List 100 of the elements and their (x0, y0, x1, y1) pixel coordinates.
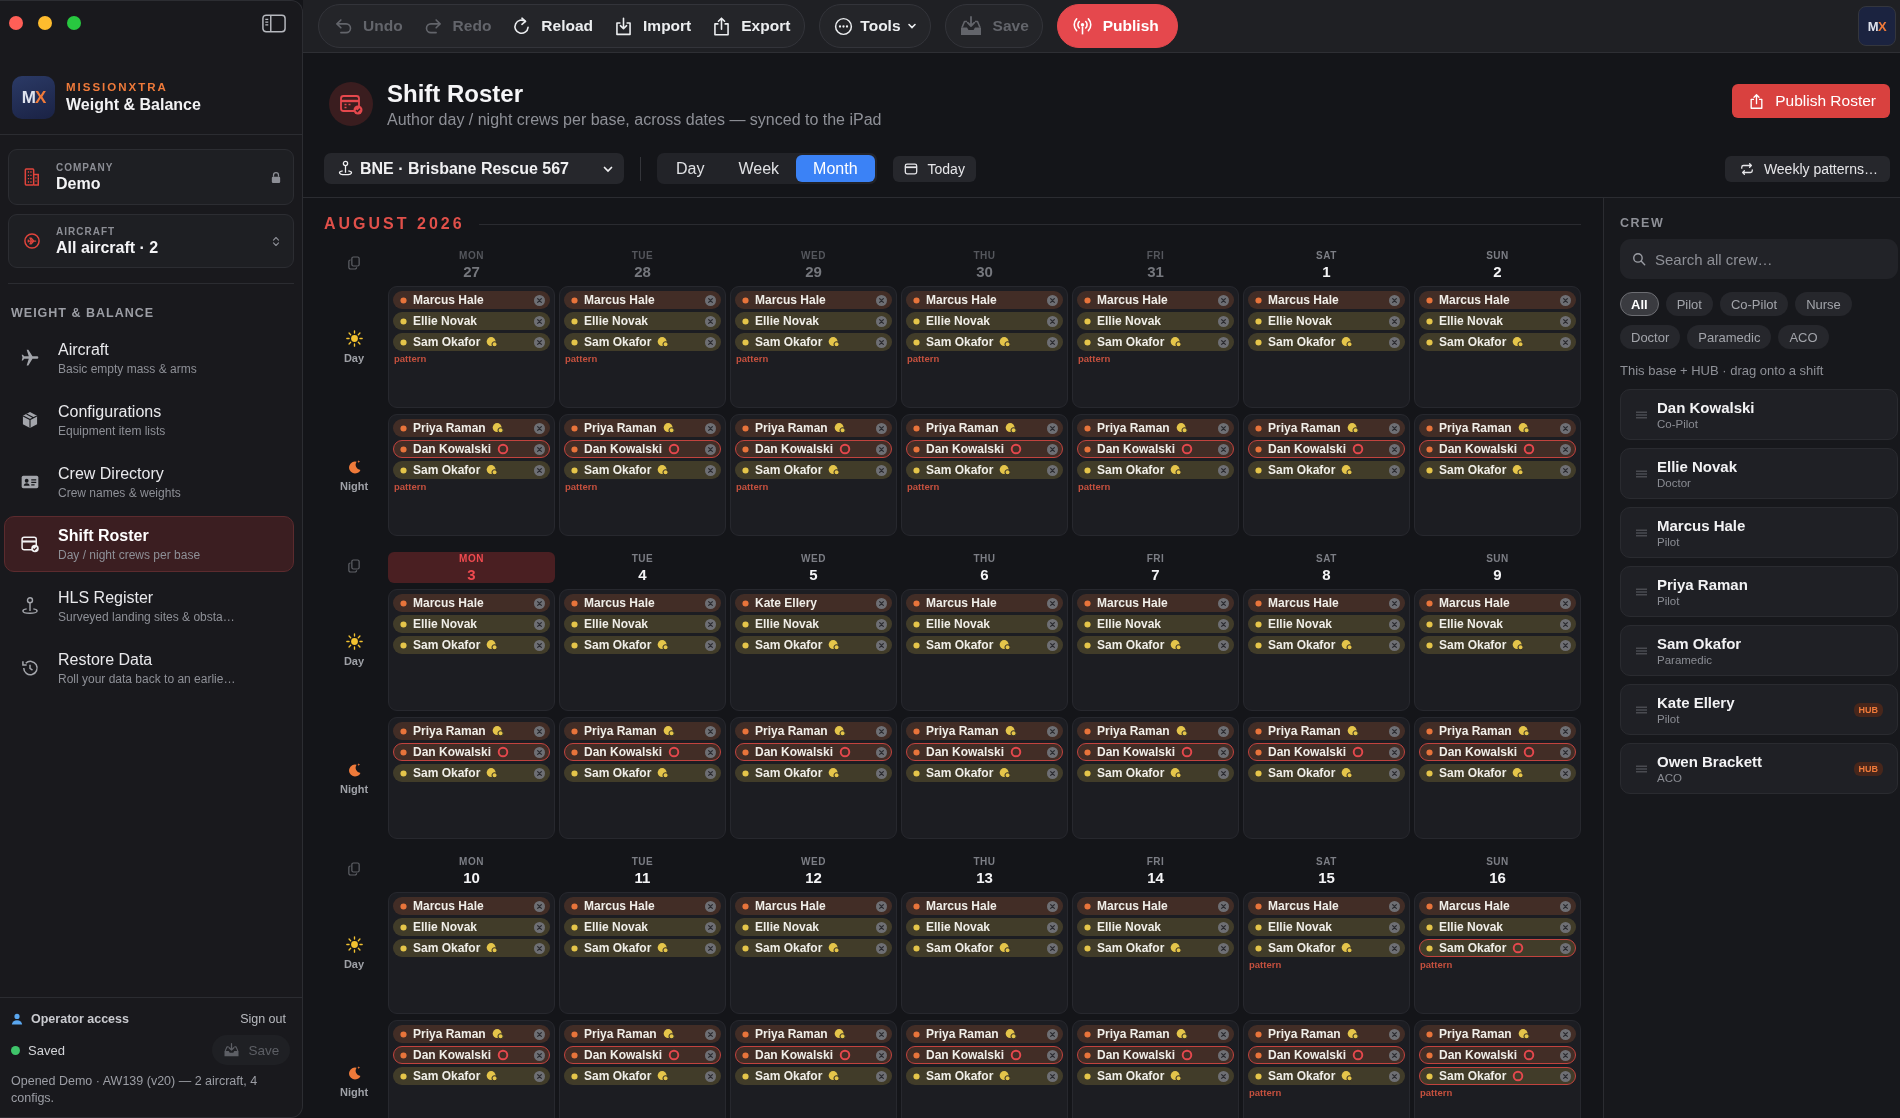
close-icon[interactable] (1218, 639, 1229, 651)
close-icon[interactable] (1560, 767, 1571, 779)
close-icon[interactable] (1560, 1028, 1571, 1040)
crew-chip[interactable]: Sam Okafor (1077, 1067, 1234, 1085)
crew-chip[interactable]: Dan Kowalski (735, 440, 892, 458)
copy-icon[interactable] (348, 862, 360, 876)
close-icon[interactable] (534, 921, 545, 933)
close-icon[interactable] (1560, 1049, 1571, 1061)
crew-chip[interactable]: Ellie Novak (1419, 615, 1576, 633)
close-icon[interactable] (1389, 443, 1400, 455)
crew-chip[interactable]: Priya Raman (735, 1025, 892, 1043)
base-dropdown[interactable]: BNE · Brisbane Rescue 567 (324, 153, 624, 184)
today-button[interactable]: Today (892, 155, 976, 182)
crew-chip[interactable]: Priya Raman (564, 722, 721, 740)
close-icon[interactable] (1560, 639, 1571, 651)
zoom-window-button[interactable] (67, 16, 81, 30)
crew-chip[interactable]: Priya Raman (1419, 419, 1576, 437)
close-icon[interactable] (1047, 1049, 1058, 1061)
crew-chip[interactable]: Marcus Hale (906, 291, 1063, 309)
close-icon[interactable] (1560, 294, 1571, 306)
nav-item[interactable]: Aircraft Basic empty mass & arms (4, 330, 294, 386)
crew-chip[interactable]: Priya Raman (906, 722, 1063, 740)
crew-chip[interactable]: Ellie Novak (1419, 312, 1576, 330)
close-icon[interactable] (876, 767, 887, 779)
close-icon[interactable] (876, 1070, 887, 1082)
close-icon[interactable] (534, 639, 545, 651)
close-icon[interactable] (1047, 1028, 1058, 1040)
publish-button[interactable]: Publish (1056, 4, 1178, 48)
nav-item[interactable]: Restore Data Roll your data back to an earlie… (4, 640, 294, 696)
close-icon[interactable] (876, 1028, 887, 1040)
crew-chip[interactable]: Dan Kowalski (564, 440, 721, 458)
view-tab[interactable]: Month (796, 155, 875, 182)
close-icon[interactable] (1389, 618, 1400, 630)
crew-chip[interactable]: Ellie Novak (735, 312, 892, 330)
crew-chip[interactable]: Marcus Hale (1077, 897, 1234, 915)
close-icon[interactable] (1047, 618, 1058, 630)
crew-chip[interactable]: Marcus Hale (735, 291, 892, 309)
close-icon[interactable] (1218, 464, 1229, 476)
crew-chip[interactable]: Sam Okafor (1248, 636, 1405, 654)
close-icon[interactable] (1218, 921, 1229, 933)
close-icon[interactable] (1389, 746, 1400, 758)
export-button[interactable]: Export (701, 5, 801, 47)
crew-chip[interactable]: Sam Okafor (1419, 939, 1576, 957)
close-icon[interactable] (1389, 464, 1400, 476)
crew-chip[interactable]: Marcus Hale (1419, 594, 1576, 612)
copy-icon[interactable] (348, 559, 360, 573)
view-tab[interactable]: Day (659, 155, 722, 182)
search-field[interactable]: Search all crew… (1620, 239, 1898, 279)
close-icon[interactable] (1047, 767, 1058, 779)
close-icon[interactable] (534, 294, 545, 306)
close-icon[interactable] (534, 315, 545, 327)
crew-chip[interactable]: Ellie Novak (1248, 312, 1405, 330)
crew-chip[interactable]: Ellie Novak (393, 918, 550, 936)
close-icon[interactable] (705, 315, 716, 327)
crew-chip[interactable]: Sam Okafor (906, 333, 1063, 351)
crew-chip[interactable]: Ellie Novak (564, 615, 721, 633)
close-icon[interactable] (1560, 315, 1571, 327)
close-icon[interactable] (1218, 294, 1229, 306)
crew-chip[interactable]: Ellie Novak (1248, 615, 1405, 633)
crew-chip[interactable]: Sam Okafor (735, 636, 892, 654)
publish-roster-button[interactable]: Publish Roster (1732, 84, 1890, 118)
close-icon[interactable] (1218, 746, 1229, 758)
company-selector[interactable]: COMPANY Demo (8, 149, 294, 205)
drag-handle-icon[interactable] (1636, 705, 1647, 714)
close-icon[interactable] (1047, 315, 1058, 327)
crew-chip[interactable]: Sam Okafor (1248, 1067, 1405, 1085)
crew-chip[interactable]: Dan Kowalski (1248, 1046, 1405, 1064)
close-icon[interactable] (1389, 597, 1400, 609)
crew-chip[interactable]: Priya Raman (1077, 722, 1234, 740)
drag-handle-icon[interactable] (1636, 764, 1647, 773)
close-icon[interactable] (705, 294, 716, 306)
crew-chip[interactable]: Dan Kowalski (1419, 743, 1576, 761)
crew-chip[interactable]: Dan Kowalski (906, 1046, 1063, 1064)
drag-handle-icon[interactable] (1636, 528, 1647, 537)
close-icon[interactable] (876, 315, 887, 327)
close-icon[interactable] (1389, 921, 1400, 933)
crew-chip[interactable]: Sam Okafor (735, 1067, 892, 1085)
crew-chip[interactable]: Priya Raman (1077, 1025, 1234, 1043)
crew-chip[interactable]: Ellie Novak (1077, 312, 1234, 330)
close-icon[interactable] (534, 597, 545, 609)
close-icon[interactable] (705, 464, 716, 476)
crew-chip[interactable]: Sam Okafor (735, 939, 892, 957)
close-icon[interactable] (1389, 900, 1400, 912)
crew-chip[interactable]: Sam Okafor (1248, 764, 1405, 782)
crew-chip[interactable]: Priya Raman (393, 419, 550, 437)
close-icon[interactable] (1560, 422, 1571, 434)
crew-chip[interactable]: Dan Kowalski (564, 743, 721, 761)
close-icon[interactable] (534, 1070, 545, 1082)
crew-chip[interactable]: Sam Okafor (1248, 939, 1405, 957)
close-icon[interactable] (1389, 1028, 1400, 1040)
close-icon[interactable] (1047, 443, 1058, 455)
crew-chip[interactable]: Priya Raman (1077, 419, 1234, 437)
close-icon[interactable] (705, 767, 716, 779)
close-icon[interactable] (534, 725, 545, 737)
close-icon[interactable] (1047, 921, 1058, 933)
crew-chip[interactable]: Sam Okafor (1419, 764, 1576, 782)
close-icon[interactable] (534, 618, 545, 630)
crew-chip[interactable]: Sam Okafor (393, 764, 550, 782)
aircraft-selector[interactable]: AIRCRAFT All aircraft · 2 (8, 214, 294, 268)
crew-chip[interactable]: Marcus Hale (1419, 291, 1576, 309)
